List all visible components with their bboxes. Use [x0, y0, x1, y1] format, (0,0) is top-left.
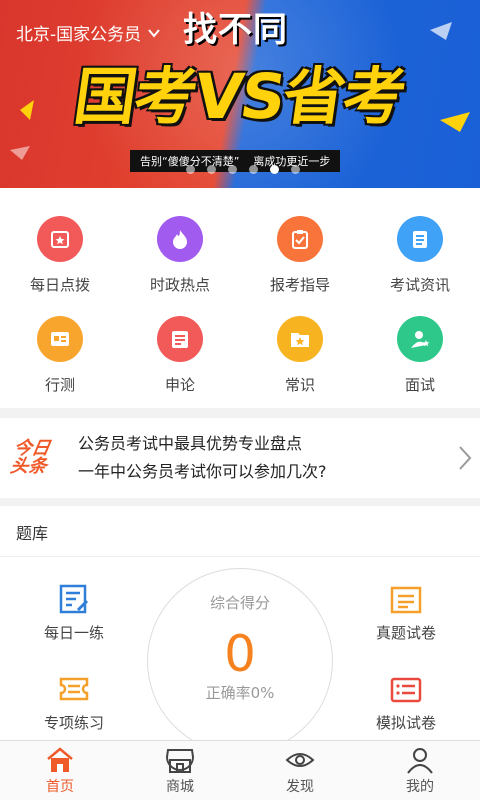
tab-home-label: 首页	[46, 778, 74, 795]
grid-item[interactable]: 考试资讯	[360, 200, 480, 300]
notebook-pen-icon	[59, 584, 89, 614]
carousel-dot[interactable]	[207, 165, 216, 174]
user-star-icon	[397, 316, 443, 362]
carousel-dot[interactable]	[228, 165, 237, 174]
calendar-star-icon	[37, 216, 83, 262]
id-card-icon	[37, 316, 83, 362]
grid-item-label: 申论	[164, 376, 195, 394]
daily-practice-label: 每日一练	[43, 624, 104, 642]
document-lines-icon	[397, 216, 443, 262]
news-line-1[interactable]: 公务员考试中最具优势专业盘点	[78, 430, 450, 458]
home-icon	[47, 746, 73, 772]
score-value: 0	[224, 625, 256, 683]
folder-doc-icon	[390, 586, 422, 614]
grid-item[interactable]: 行测	[0, 300, 120, 400]
grid-item-label: 时政热点	[149, 276, 210, 294]
flame-icon	[157, 216, 203, 262]
banner-headline: 国考VS省考	[69, 60, 409, 133]
grid-item[interactable]: 时政热点	[120, 200, 240, 300]
carousel-dots	[186, 165, 300, 174]
bottom-tab-bar: 首页 商城 发现 我的	[0, 740, 480, 800]
news-line-2[interactable]: 一年中公务员考试你可以参加几次?	[78, 458, 450, 486]
region-label: 北京-国家公务员	[16, 25, 142, 45]
news-logo-text: 今日头条	[8, 438, 52, 477]
banner-subtitle: 找不同	[183, 10, 288, 50]
special-practice-button[interactable]: 专项练习	[14, 674, 134, 733]
grid-item-label: 面试	[404, 376, 435, 394]
accuracy-rate: 正确率0%	[205, 684, 275, 702]
news-lines: 公务员考试中最具优势专业盘点 一年中公务员考试你可以参加几次?	[78, 430, 450, 486]
past-papers-button[interactable]: 真题试卷	[346, 584, 466, 643]
list-folder-icon	[390, 677, 422, 703]
grid-item-label: 行测	[44, 376, 75, 394]
toutiao-logo: 今日头条	[8, 438, 75, 477]
mock-exam-button[interactable]: 模拟试卷	[346, 674, 466, 733]
section-title: 题库	[16, 524, 49, 543]
grid-item[interactable]: 申论	[120, 300, 240, 400]
tab-discover[interactable]: 发现	[240, 741, 360, 800]
user-icon	[407, 747, 433, 774]
tab-mall[interactable]: 商城	[120, 741, 240, 800]
grid-item[interactable]: 报考指导	[240, 200, 360, 300]
question-bank: 题库 综合得分 0 正确率0% 每日一练 真题试卷 专项练习 模拟试卷	[0, 506, 480, 740]
grid-item-label: 考试资讯	[389, 276, 450, 294]
eye-icon	[285, 752, 315, 767]
grid-item[interactable]: 面试	[360, 300, 480, 400]
carousel-dot[interactable]	[270, 165, 279, 174]
ticket-icon	[59, 677, 89, 701]
grid-item[interactable]: 每日点拨	[0, 200, 120, 300]
grid-item-label: 报考指导	[269, 276, 330, 294]
grid-item[interactable]: 常识	[240, 300, 360, 400]
tab-discover-label: 发现	[286, 778, 314, 795]
folder-star-icon	[277, 316, 323, 362]
gauge-label: 综合得分	[209, 594, 270, 612]
chevron-right-icon	[450, 445, 480, 471]
region-selector[interactable]: 北京-国家公务员	[16, 20, 161, 45]
grid-item-label: 每日点拨	[29, 276, 90, 294]
quick-access-grid: 每日点拨 时政热点 报考指导 考试资讯行测 申论 常识 面试	[0, 188, 480, 408]
carousel-dot[interactable]	[291, 165, 300, 174]
past-papers-label: 真题试卷	[375, 624, 436, 642]
daily-practice-button[interactable]: 每日一练	[14, 584, 134, 643]
divider	[0, 556, 480, 557]
carousel-dot[interactable]	[249, 165, 258, 174]
tab-me-label: 我的	[406, 778, 434, 795]
clipboard-check-icon	[277, 216, 323, 262]
promo-banner[interactable]: 北京-国家公务员 找不同 国考VS省考 告别“傻傻分不清楚” 离成功更近一步	[0, 0, 480, 188]
newspaper-icon	[157, 316, 203, 362]
app-root: 北京-国家公务员 找不同 国考VS省考 告别“傻傻分不清楚” 离成功更近一步 每…	[0, 0, 480, 800]
special-practice-label: 专项练习	[43, 714, 104, 732]
headline-news[interactable]: 今日头条 公务员考试中最具优势专业盘点 一年中公务员考试你可以参加几次?	[0, 418, 480, 498]
grid-item-label: 常识	[284, 376, 315, 394]
carousel-dot[interactable]	[186, 165, 195, 174]
tab-me[interactable]: 我的	[360, 741, 480, 800]
chevron-down-icon	[148, 28, 160, 38]
shop-icon	[165, 748, 195, 773]
tab-home[interactable]: 首页	[0, 741, 120, 800]
mock-exam-label: 模拟试卷	[375, 714, 436, 732]
tab-mall-label: 商城	[166, 778, 194, 795]
